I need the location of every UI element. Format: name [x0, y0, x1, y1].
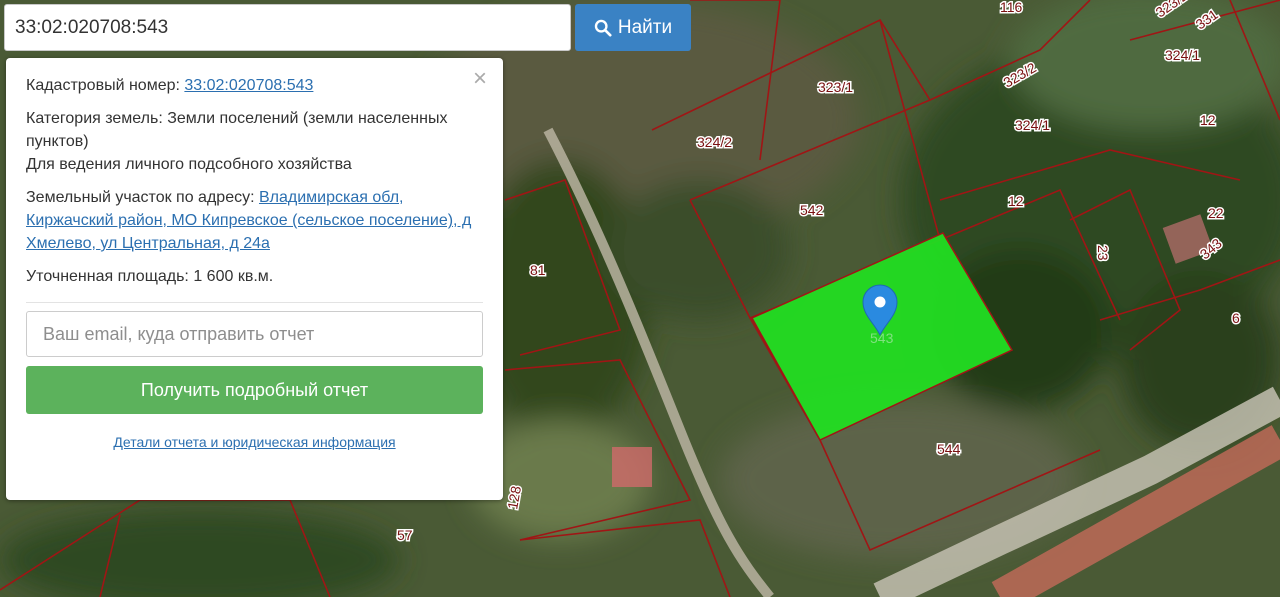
area-label: Уточненная площадь:	[26, 268, 189, 285]
cadastral-number-link[interactable]: 33:02:020708:543	[184, 77, 313, 94]
land-usage: Для ведения личного подсобного хозяйства	[26, 156, 352, 173]
parcel-label: 57	[397, 527, 413, 543]
address-row: Земельный участок по адресу: Владимирска…	[26, 186, 483, 255]
parcel-label: 323/1	[818, 79, 853, 95]
search-input[interactable]	[5, 5, 570, 50]
email-field[interactable]	[26, 311, 483, 357]
parcel-label: 544	[937, 441, 961, 457]
cadastral-number-row: Кадастровый номер: 33:02:020708:543	[26, 74, 483, 97]
parcel-info-panel: × Кадастровый номер: 33:02:020708:543 Ка…	[6, 58, 503, 500]
parcel-label: 81	[530, 262, 546, 278]
divider	[26, 302, 483, 303]
parcel-label: 324/1	[1165, 47, 1200, 63]
get-report-button[interactable]: Получить подробный отчет	[26, 366, 483, 414]
land-category-label: Категория земель:	[26, 110, 163, 127]
cadastral-number-label: Кадастровый номер:	[26, 77, 180, 94]
land-category-row: Категория земель: Земли поселений (земли…	[26, 107, 483, 153]
parcel-label: 542	[800, 202, 824, 218]
find-button[interactable]: Найти	[575, 4, 691, 51]
parcel-label: 23	[1095, 245, 1111, 261]
parcel-label: 116	[1000, 0, 1023, 15]
area-row: Уточненная площадь: 1 600 кв.м.	[26, 265, 483, 288]
parcel-label: 324/1	[1015, 117, 1050, 133]
search-icon	[594, 19, 612, 37]
find-button-label: Найти	[617, 16, 673, 38]
parcel-label: 22	[1208, 205, 1224, 221]
close-icon[interactable]: ×	[469, 67, 491, 91]
parcel-label: 12	[1200, 112, 1216, 128]
parcel-label: 12	[1008, 193, 1024, 209]
parcel-label: 6	[1232, 310, 1240, 326]
report-details-link[interactable]: Детали отчета и юридическая информация	[26, 434, 483, 450]
area-value: 1 600 кв.м.	[193, 268, 274, 285]
address-label: Земельный участок по адресу:	[26, 189, 255, 206]
search-box	[4, 4, 571, 51]
parcel-label: 324/2	[697, 134, 732, 150]
